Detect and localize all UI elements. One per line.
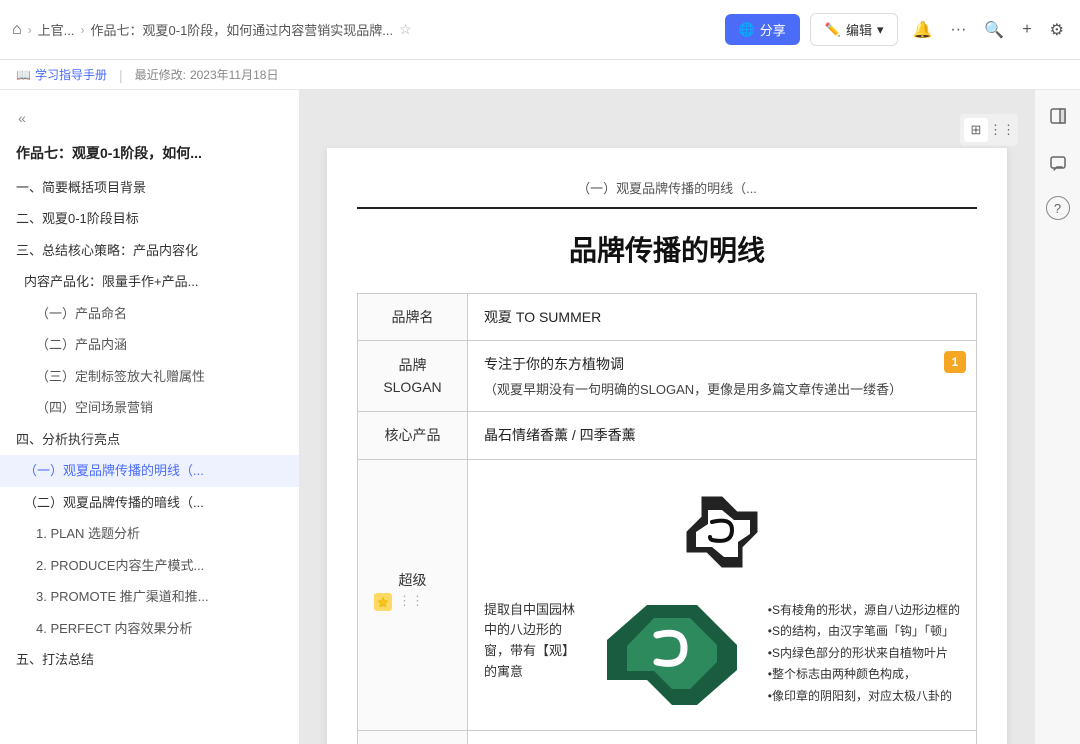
edit-button[interactable]: ✏️ 编辑 ▾ xyxy=(810,13,899,46)
sidebar-item-3a2[interactable]: （二）产品内涵 xyxy=(0,329,299,361)
kol-content: 这是个极具东方美学的小众香氛品牌，东方 xyxy=(468,730,977,744)
right-panel-help-icon[interactable]: ? xyxy=(1046,196,1070,220)
core-product-value: 晶石情绪香薰 / 四季香薰 xyxy=(468,412,977,459)
share-button[interactable]: 🌐 分享 xyxy=(725,14,800,45)
topbar: ⌂ › 上官... › 作品七：观夏0-1阶段，如何通过内容营销实现品牌... … xyxy=(0,0,1080,60)
logo-area xyxy=(484,472,960,592)
super-label: 超级 ⋮⋮ xyxy=(358,459,468,730)
subbar: 📖 学习指导手册 | 最近修改: 2023年11月18日 xyxy=(0,60,1080,90)
home-icon[interactable]: ⌂ xyxy=(12,21,22,39)
sidebar: « 作品七：观夏0-1阶段，如何... 一、简要概括项目背景 二、观夏0-1阶段… xyxy=(0,90,300,744)
core-product-label: 核心产品 xyxy=(358,412,468,459)
view-toggle: ⊞ ⋮⋮ xyxy=(960,114,1018,146)
sidebar-item-1[interactable]: 一、简要概括项目背景 xyxy=(0,172,299,204)
grid-view-button[interactable]: ⊞ xyxy=(964,118,988,142)
search-icon[interactable]: 🔍 xyxy=(980,16,1008,44)
guide-item: 📖 学习指导手册 xyxy=(16,66,107,83)
topbar-right: 🌐 分享 ✏️ 编辑 ▾ 🔔 ··· 🔍 + ⚙ xyxy=(725,13,1068,46)
breadcrumb-sep-1: › xyxy=(28,23,32,37)
sidebar-item-4b1[interactable]: 1. PLAN 选题分析 xyxy=(0,518,299,550)
bullet-2: •S的结构，由汉字笔画「钩」「顿」 xyxy=(768,621,960,643)
doc-main-title: 品牌传播的明线 xyxy=(357,209,977,293)
sidebar-item-4a[interactable]: （一）观夏品牌传播的明线（... xyxy=(0,455,299,487)
logo-desc-row: 提取自中国园林中的八边形的窗，带有【观】的寓意 xyxy=(484,592,960,718)
table-row-core-product: 核心产品 晶石情绪香薰 / 四季香薰 xyxy=(358,412,977,459)
sidebar-item-3a[interactable]: 内容产品化：限量手作+产品... xyxy=(0,266,299,298)
sidebar-title: 作品七：观夏0-1阶段，如何... xyxy=(0,136,299,172)
table-row-kol: 如何向KOL/ 这是个极具东方美学的小众香氛品牌，东方 xyxy=(358,730,977,744)
sidebar-item-4b2[interactable]: 2. PRODUCE内容生产模式... xyxy=(0,550,299,582)
right-panel-collapse-icon[interactable] xyxy=(1042,100,1074,132)
modified-date: 2023年11月18日 xyxy=(190,66,279,83)
breadcrumb-part2[interactable]: 作品七：观夏0-1阶段，如何通过内容营销实现品牌... xyxy=(91,20,394,39)
bullet-1: •S有棱角的形状，源自八边形边框的 xyxy=(768,600,960,622)
super-content-cell: 提取自中国园林中的八边形的窗，带有【观】的寓意 xyxy=(468,459,977,730)
table-row-slogan: 品牌SLOGAN 专注于你的东方植物调 （观夏早期没有一句明确的SLOGAN，更… xyxy=(358,341,977,412)
breadcrumb-sep-2: › xyxy=(81,23,85,37)
collapse-button[interactable]: « xyxy=(8,104,36,132)
list-view-button[interactable]: ⋮⋮ xyxy=(990,118,1014,142)
sidebar-item-3[interactable]: 三、总结核心策略：产品内容化 xyxy=(0,235,299,267)
right-panel-comment-icon[interactable] xyxy=(1042,148,1074,180)
table-row-super: 超级 ⋮⋮ xyxy=(358,459,977,730)
slogan-value: 专注于你的东方植物调 （观夏早期没有一句明确的SLOGAN，更像是用多篇文章传递… xyxy=(468,341,977,412)
sidebar-item-3a3[interactable]: （三）定制标签放大礼赠属性 xyxy=(0,361,299,393)
table-row-brand-name: 品牌名 观夏 TO SUMMER xyxy=(358,294,977,341)
slogan-sub-text: （观夏早期没有一句明确的SLOGAN，更像是用多篇文章传递出一缕香） xyxy=(484,380,960,400)
breadcrumb-part1[interactable]: 上官... xyxy=(38,20,75,39)
bell-icon[interactable]: 🔔 xyxy=(908,16,936,44)
bullet-points: •S有棱角的形状，源自八边形边框的 •S的结构，由汉字笔画「钩」「顿」 •S内绿… xyxy=(768,600,960,710)
plus-icon[interactable]: + xyxy=(1018,17,1035,43)
super-row-controls: ⋮⋮ xyxy=(374,591,451,612)
logo-description-text: 提取自中国园林中的八边形的窗，带有【观】的寓意 xyxy=(484,600,576,710)
brand-name-label: 品牌名 xyxy=(358,294,468,341)
content-area[interactable]: ⊞ ⋮⋮ （一）观夏品牌传播的明线（... 品牌传播的明线 品牌名 观夏 TO … xyxy=(300,90,1034,744)
super-icon-badge[interactable] xyxy=(374,593,392,611)
sidebar-item-4[interactable]: 四、分析执行亮点 xyxy=(0,424,299,456)
chevron-down-icon: ▾ xyxy=(877,22,884,38)
super-label-text: 超级 xyxy=(374,569,451,591)
bullet-3: •S内绿色部分的形状来自植物叶片 xyxy=(768,643,960,665)
sidebar-item-4b4[interactable]: 4. PERFECT 内容效果分析 xyxy=(0,613,299,645)
document-page: （一）观夏品牌传播的明线（... 品牌传播的明线 品牌名 观夏 TO SUMME… xyxy=(327,148,1007,744)
modified-label: 最近修改: xyxy=(135,66,186,83)
slogan-label: 品牌SLOGAN xyxy=(358,341,468,412)
super-grid-icon[interactable]: ⋮⋮ xyxy=(398,591,424,612)
bullet-4: •整个标志由两种颜色构成， xyxy=(768,664,960,686)
right-panel: ? xyxy=(1034,90,1080,744)
sidebar-item-3a1[interactable]: （一）产品命名 xyxy=(0,298,299,330)
sidebar-item-3a4[interactable]: （四）空间场景营销 xyxy=(0,392,299,424)
modified-item: 最近修改: 2023年11月18日 xyxy=(135,66,279,83)
doc-header-partial: （一）观夏品牌传播的明线（... xyxy=(357,178,977,209)
settings-icon[interactable]: ⚙ xyxy=(1046,16,1068,44)
black-s-logo xyxy=(682,492,762,572)
sidebar-item-5[interactable]: 五、打法总结 xyxy=(0,644,299,676)
topbar-left: ⌂ › 上官... › 作品七：观夏0-1阶段，如何通过内容营销实现品牌... … xyxy=(12,20,717,39)
bullet-5: •像印章的阴阳刻，对应太极八卦的 xyxy=(768,686,960,708)
brand-table: 品牌名 观夏 TO SUMMER 品牌SLOGAN 专注于你的东方植物调 （观夏… xyxy=(357,293,977,744)
slogan-main-text: 专注于你的东方植物调 xyxy=(484,353,960,375)
main-layout: « 作品七：观夏0-1阶段，如何... 一、简要概括项目背景 二、观夏0-1阶段… xyxy=(0,90,1080,744)
green-s-logo xyxy=(602,600,742,710)
comment-badge[interactable]: 1 xyxy=(944,351,966,373)
guide-link[interactable]: 学习指导手册 xyxy=(35,66,107,83)
sidebar-item-4b[interactable]: （二）观夏品牌传播的暗线（... xyxy=(0,487,299,519)
star-icon[interactable]: ☆ xyxy=(399,21,412,38)
green-logo-area xyxy=(592,600,752,710)
kol-label: 如何向KOL/ xyxy=(358,730,468,744)
globe-icon: 🌐 xyxy=(739,22,755,38)
brand-name-value: 观夏 TO SUMMER xyxy=(468,294,977,341)
sidebar-item-4b3[interactable]: 3. PROMOTE 推广渠道和推... xyxy=(0,581,299,613)
guide-icon: 📖 xyxy=(16,68,31,82)
pencil-icon: ✏️ xyxy=(825,22,841,38)
more-icon[interactable]: ··· xyxy=(946,17,970,43)
sidebar-item-2[interactable]: 二、观夏0-1阶段目标 xyxy=(0,203,299,235)
